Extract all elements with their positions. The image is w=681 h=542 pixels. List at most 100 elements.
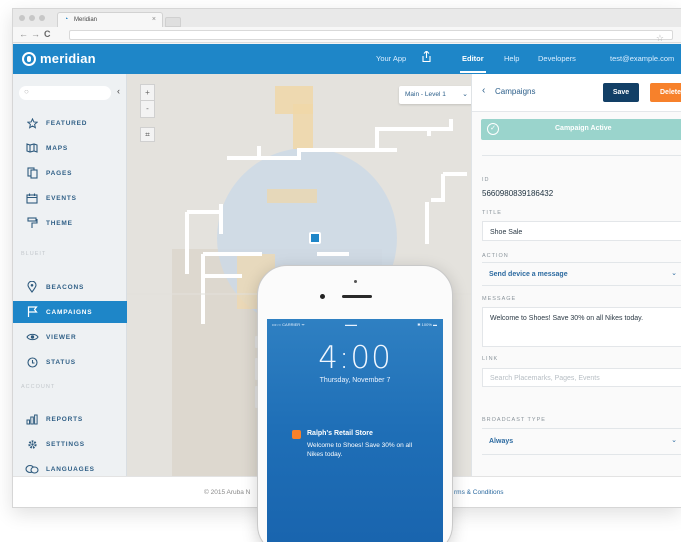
new-tab-button[interactable] [165,17,181,27]
star-icon [25,116,39,130]
chevron-down-icon: ⌄ [462,91,468,98]
sidebar-item-label: FEATURED [46,119,88,127]
tab-title: Meridian [74,17,98,23]
nav-user-email[interactable]: test@example.com [610,54,674,63]
beacon-marker[interactable] [309,232,321,244]
panel-title[interactable]: Campaigns [495,87,535,96]
phone-mockup: •••○○ CARRIER ᯤ ▬▬▬ ✱ 100% ▬ 4:00 Thursd… [255,265,453,542]
sidebar-item-label: SETTINGS [46,440,85,448]
bar-chart-icon [25,412,39,426]
message-label: MESSAGE [482,296,517,302]
action-select-value: Send device a message [489,271,568,278]
app-header: meridian Your App Editor Help Developers… [13,44,681,74]
copyright-text: © 2015 Aruba N [204,489,251,496]
message-textarea[interactable]: Welcome to Shoes! Save 30% on all Nikes … [482,307,681,347]
tab-close-icon[interactable]: × [152,16,156,23]
reload-icon[interactable]: C [44,29,51,39]
location-pin-icon [25,280,39,294]
search-icon: ○ [24,87,29,96]
sidebar: ○ ‹ FEATURED MAPS PAGES EVENTS THEME BLU… [13,74,134,476]
sidebar-item-pages[interactable]: PAGES [13,162,127,184]
save-button[interactable]: Save [603,83,639,102]
sidebar-item-label: PAGES [46,169,73,177]
nav-your-app[interactable]: Your App [376,54,406,63]
carrier-signal: •••○○ CARRIER ᯤ [272,322,305,327]
nav-developers[interactable]: Developers [538,54,576,63]
divider [482,262,681,263]
logo-text: meridian [40,51,96,66]
link-search-input[interactable]: Search Placemarks, Pages, Events [482,368,681,387]
phone-speaker [342,295,372,298]
campaign-active-toggle[interactable]: ✓ Campaign Active [481,119,681,140]
collapse-sidebar-icon[interactable]: ‹ [117,86,120,96]
notification-body[interactable]: Welcome to Shoes! Save 30% on all Nikes … [307,441,427,459]
title-field-value: Shoe Sale [490,229,523,236]
bookmark-star-icon[interactable]: ☆ [656,33,664,44]
calendar-icon [25,191,39,205]
sidebar-item-label: MAPS [46,144,68,152]
sidebar-item-label: BEACONS [46,283,85,291]
title-field[interactable]: Shoe Sale [482,221,681,241]
zoom-in-button[interactable]: + [141,85,154,101]
sidebar-item-label: STATUS [46,358,76,366]
sidebar-item-events[interactable]: EVENTS [13,187,127,209]
link-label: LINK [482,356,499,362]
sidebar-item-label: THEME [46,219,73,227]
active-nav-indicator [460,71,486,73]
sidebar-item-label: VIEWER [46,333,77,341]
level-select[interactable]: Main - Level 1 ⌄ [399,86,471,104]
phone-mute-switch [255,336,258,348]
sidebar-item-featured[interactable]: FEATURED [13,112,127,134]
link-placeholder: Search Placemarks, Pages, Events [490,375,600,382]
gear-icon [25,437,39,451]
sidebar-item-settings[interactable]: SETTINGS [13,433,127,455]
nav-editor[interactable]: Editor [462,54,484,63]
status-center: ▬▬▬ [345,322,357,327]
chevron-down-icon: ⌄ [671,270,677,277]
pages-icon [25,166,39,180]
phone-sensor [354,280,357,283]
window-controls[interactable] [19,15,45,21]
sidebar-item-label: REPORTS [46,415,84,423]
broadcast-type-value: Always [489,438,514,445]
phone-camera [320,294,325,299]
zoom-out-button[interactable]: - [141,101,154,117]
sidebar-item-maps[interactable]: MAPS [13,137,127,159]
sidebar-search-input[interactable]: ○ [19,86,111,100]
browser-tab[interactable]: ◔ Meridian × [57,12,163,27]
divider [482,428,681,429]
broadcast-type-select[interactable]: Always ⌄ [472,434,681,452]
terms-link[interactable]: rms & Conditions [454,489,504,496]
action-select[interactable]: Send device a message ⌄ [472,266,681,284]
eye-icon [25,330,39,344]
back-chevron-icon[interactable]: ‹ [482,85,485,96]
sidebar-item-label: EVENTS [46,194,77,202]
app-notification-icon [292,430,301,439]
delete-button[interactable]: Delete [650,83,681,102]
select-area-icon[interactable]: ⌗ [140,127,155,142]
sidebar-item-reports[interactable]: REPORTS [13,408,127,430]
battery-status: ✱ 100% ▬ [417,322,437,327]
panel-header: ‹ Campaigns Save Delete [472,74,681,112]
sidebar-item-status[interactable]: STATUS [13,351,127,373]
sidebar-item-theme[interactable]: THEME [13,212,127,234]
section-label-blueit: BLUEIT [21,251,47,257]
nav-help[interactable]: Help [504,54,519,63]
marketing-scene: ◔ Meridian × ← → C ☆ meridian Your App E… [0,0,681,542]
share-icon[interactable] [422,51,431,62]
clock-icon [25,355,39,369]
sidebar-item-campaigns[interactable]: CAMPAIGNS [13,301,134,323]
address-bar[interactable]: ☆ [69,30,673,43]
forward-arrow-icon[interactable]: → [31,29,40,39]
back-arrow-icon[interactable]: ← [19,29,28,39]
broadcast-type-label: BROADCAST TYPE [482,417,546,423]
sidebar-item-label: CAMPAIGNS [46,308,93,316]
meridian-logo[interactable]: meridian [22,51,96,66]
phone-lock-screen: •••○○ CARRIER ᯤ ▬▬▬ ✱ 100% ▬ 4:00 Thursd… [267,319,443,542]
sidebar-item-viewer[interactable]: VIEWER [13,326,127,348]
check-circle-icon: ✓ [487,123,499,135]
level-select-value: Main - Level 1 [405,91,446,98]
id-value: 5660980839186432 [482,189,554,198]
notification-title[interactable]: Ralph's Retail Store [307,430,373,437]
sidebar-item-beacons[interactable]: BEACONS [13,276,127,298]
